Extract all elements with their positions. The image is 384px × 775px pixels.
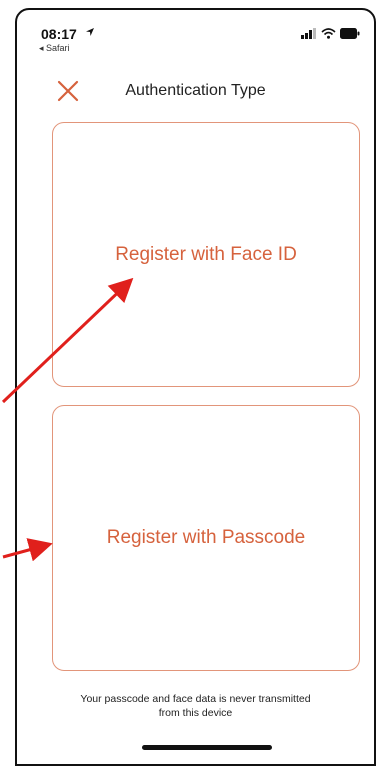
footer-line-2: from this device bbox=[158, 707, 233, 719]
home-indicator bbox=[142, 745, 272, 750]
signal-icon bbox=[301, 28, 316, 39]
phone-screen: 08:17 ◂ Safari Authentication Type Regis… bbox=[15, 8, 376, 766]
status-indicators bbox=[301, 28, 360, 39]
status-time: 08:17 bbox=[41, 26, 77, 42]
page-title: Authentication Type bbox=[125, 82, 266, 99]
register-face-id-label: Register with Face ID bbox=[115, 243, 297, 265]
wifi-icon bbox=[321, 28, 336, 39]
footer-line-1: Your passcode and face data is never tra… bbox=[80, 693, 311, 705]
back-to-safari-link[interactable]: ◂ Safari bbox=[39, 43, 70, 54]
register-face-id-button[interactable]: Register with Face ID bbox=[52, 122, 360, 387]
battery-icon bbox=[340, 28, 360, 39]
location-arrow-icon bbox=[86, 28, 94, 36]
privacy-footer: Your passcode and face data is never tra… bbox=[17, 692, 374, 720]
register-passcode-button[interactable]: Register with Passcode bbox=[52, 405, 360, 671]
register-passcode-label: Register with Passcode bbox=[106, 527, 306, 548]
